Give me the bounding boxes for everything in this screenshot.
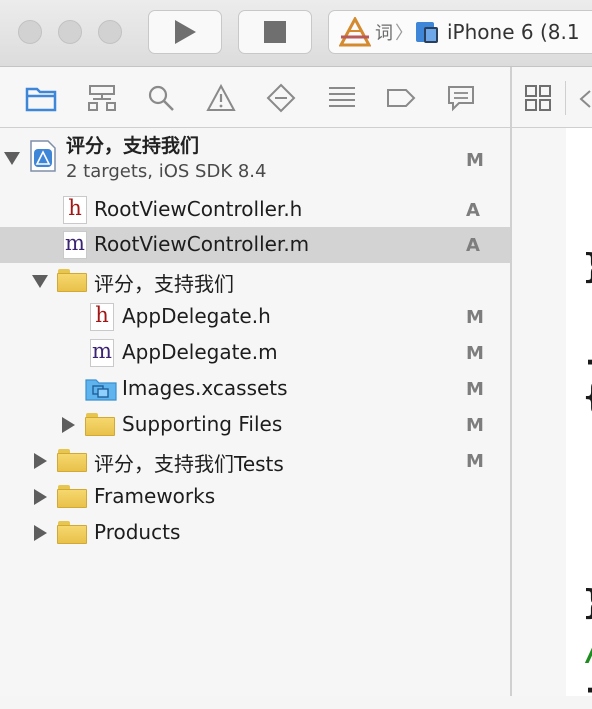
- zoom-window-button[interactable]: [98, 20, 122, 44]
- code-fragment: }: [583, 586, 592, 620]
- close-window-button[interactable]: [18, 20, 42, 44]
- search-icon: [148, 85, 174, 111]
- scm-status-badge: M: [466, 451, 484, 472]
- group-row[interactable]: Frameworks: [0, 479, 510, 515]
- code-fragment: -: [583, 672, 592, 706]
- scm-status-badge: M: [466, 307, 484, 328]
- list-icon: [329, 87, 355, 107]
- code-fragment: {: [583, 380, 592, 414]
- hierarchy-icon: [88, 85, 116, 111]
- find-navigator-tab[interactable]: [145, 82, 177, 114]
- disclosure-triangle-collapsed[interactable]: [34, 489, 47, 505]
- group-name: Products: [94, 520, 181, 544]
- group-name: Frameworks: [94, 484, 216, 508]
- file-row-selected[interactable]: m RootViewController.m A: [0, 227, 510, 263]
- jumpbar-divider: [565, 81, 566, 115]
- project-navigator-tab[interactable]: [25, 82, 57, 114]
- file-row[interactable]: m AppDelegate.m M: [0, 335, 510, 371]
- play-icon: [175, 20, 196, 44]
- implementation-file-icon: m: [63, 231, 87, 259]
- header-file-icon: h: [90, 303, 114, 331]
- file-row[interactable]: Images.xcassets M: [0, 371, 510, 407]
- scheme-device-label: iPhone 6 (8.1: [447, 20, 580, 44]
- group-name: 评分，支持我们: [94, 272, 234, 296]
- file-name: AppDelegate.h: [122, 304, 271, 328]
- scheme-selector[interactable]: 词 〉 iPhone 6 (8.1: [328, 10, 592, 54]
- group-row[interactable]: 评分，支持我们: [0, 263, 510, 299]
- folder-icon: [57, 269, 87, 292]
- code-fragment: -: [583, 344, 592, 378]
- file-name: RootViewController.m: [94, 232, 310, 256]
- scheme-separator: 〉: [395, 23, 413, 44]
- group-row[interactable]: Products: [0, 515, 510, 551]
- asset-catalog-icon: [85, 379, 117, 401]
- related-items-icon[interactable]: [524, 84, 552, 112]
- group-row[interactable]: Supporting Files M: [0, 407, 510, 443]
- issue-navigator-tab[interactable]: [205, 82, 237, 114]
- run-button[interactable]: [148, 10, 222, 54]
- group-name: 评分，支持我们Tests: [94, 452, 284, 476]
- scm-status-badge: M: [466, 150, 484, 171]
- scm-status-badge: A: [466, 200, 480, 221]
- group-name: Supporting Files: [122, 412, 283, 436]
- editor-gutter: [512, 128, 566, 696]
- source-editor[interactable]: [512, 128, 592, 696]
- iphone-simulator-icon: [416, 22, 438, 43]
- file-name: Images.xcassets: [122, 376, 288, 400]
- folder-icon: [57, 521, 87, 544]
- scm-status-badge: M: [466, 379, 484, 400]
- disclosure-triangle-expanded[interactable]: [4, 152, 20, 165]
- implementation-file-icon: m: [90, 339, 114, 367]
- scheme-target[interactable]: 词: [339, 17, 393, 47]
- navigator-tabbar: [0, 67, 510, 128]
- project-subtitle: 2 targets, iOS SDK 8.4: [66, 161, 267, 182]
- editor-jumpbar: [512, 67, 592, 128]
- file-row[interactable]: h AppDelegate.h M: [0, 299, 510, 335]
- project-navigator: 评分，支持我们 2 targets, iOS SDK 8.4 M h RootV…: [0, 128, 510, 696]
- file-name: RootViewController.h: [94, 197, 303, 221]
- stop-button[interactable]: [238, 10, 312, 54]
- diamond-icon: [266, 83, 296, 113]
- app-target-icon: [339, 17, 371, 47]
- code-comment-fragment: /: [583, 632, 592, 666]
- folder-icon: [25, 87, 57, 112]
- file-row[interactable]: h RootViewController.h A: [0, 192, 510, 228]
- scm-status-badge: A: [466, 235, 480, 256]
- warning-icon: [206, 84, 236, 111]
- folder-icon: [85, 413, 115, 436]
- project-name: 评分，支持我们: [66, 135, 200, 157]
- minimize-window-button[interactable]: [58, 20, 82, 44]
- disclosure-triangle-collapsed[interactable]: [62, 417, 75, 433]
- folder-icon: [57, 485, 87, 508]
- tag-icon: [387, 89, 416, 107]
- comment-icon: [448, 86, 474, 112]
- header-file-icon: h: [63, 196, 87, 224]
- project-row[interactable]: 评分，支持我们 2 targets, iOS SDK 8.4 M: [0, 128, 510, 188]
- disclosure-triangle-expanded[interactable]: [32, 275, 48, 288]
- disclosure-triangle-collapsed[interactable]: [34, 525, 47, 541]
- file-name: AppDelegate.m: [122, 340, 278, 364]
- code-fragment: }: [583, 250, 592, 284]
- chevron-left-icon[interactable]: [578, 89, 592, 109]
- debug-navigator-tab[interactable]: [326, 82, 358, 114]
- disclosure-triangle-collapsed[interactable]: [34, 453, 47, 469]
- report-navigator-tab[interactable]: [445, 82, 477, 114]
- group-row[interactable]: 评分，支持我们Tests M: [0, 443, 510, 479]
- scheme-app-label: 词: [375, 23, 393, 44]
- xcode-project-icon: [30, 140, 56, 172]
- breakpoint-navigator-tab[interactable]: [385, 82, 417, 114]
- test-navigator-tab[interactable]: [265, 82, 297, 114]
- scm-status-badge: M: [466, 415, 484, 436]
- window-toolbar: 词 〉 iPhone 6 (8.1: [0, 0, 592, 67]
- scm-status-badge: M: [466, 343, 484, 364]
- folder-icon: [57, 449, 87, 472]
- stop-icon: [264, 21, 286, 43]
- symbol-navigator-tab[interactable]: [86, 82, 118, 114]
